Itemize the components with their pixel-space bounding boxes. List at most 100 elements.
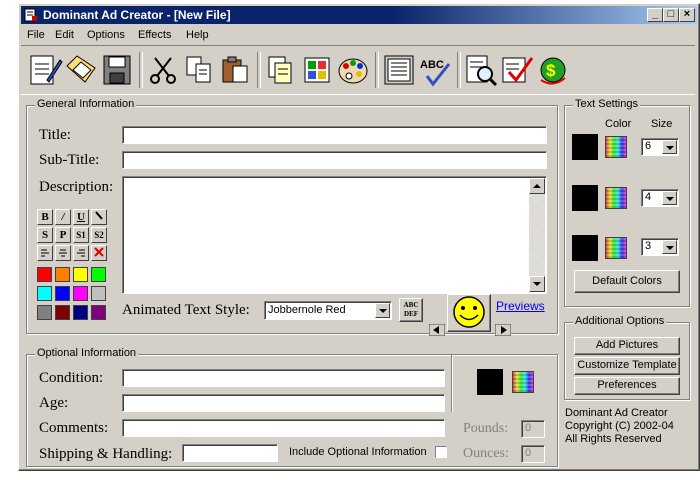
- subscript-button[interactable]: S2: [91, 227, 107, 243]
- animated-style-dropdown-icon[interactable]: [375, 303, 390, 318]
- prev-style-icon[interactable]: [429, 324, 445, 336]
- align-center-icon: [59, 249, 67, 257]
- align-center-button[interactable]: [55, 245, 71, 261]
- check-ad-icon[interactable]: [499, 52, 535, 88]
- menu-options[interactable]: Options: [87, 29, 125, 41]
- color-swatch[interactable]: [73, 286, 88, 301]
- title-color-picker-icon[interactable]: [605, 136, 627, 158]
- subtitle-size-select[interactable]: 4: [641, 189, 679, 207]
- brush-button[interactable]: [91, 209, 107, 225]
- general-information-group: General Information Title: Sub-Title: De…: [26, 98, 558, 336]
- menu-edit[interactable]: Edit: [55, 29, 74, 41]
- color-swatch[interactable]: [55, 305, 70, 320]
- close-button[interactable]: ×: [679, 8, 695, 22]
- description-scrollbar[interactable]: [529, 178, 545, 292]
- text-settings-legend: Text Settings: [573, 98, 640, 110]
- text-settings-group: Text Settings Color Size 6 4 3 Default C…: [564, 98, 690, 307]
- scroll-up-button[interactable]: [529, 178, 545, 194]
- color-swatch[interactable]: [73, 267, 88, 282]
- insert-picture-icon[interactable]: [299, 52, 335, 88]
- subtitle-color-picker-icon[interactable]: [605, 187, 627, 209]
- title-size-dropdown-icon[interactable]: [662, 140, 677, 154]
- pounds-input[interactable]: 0: [521, 420, 545, 438]
- preferences-button[interactable]: Preferences: [574, 377, 680, 395]
- subtitle-size-value: 4: [645, 191, 652, 203]
- color-swatch[interactable]: [55, 267, 70, 282]
- minimize-button[interactable]: _: [647, 8, 663, 22]
- menu-effects[interactable]: Effects: [138, 29, 171, 41]
- add-pictures-button[interactable]: Add Pictures: [574, 337, 680, 355]
- cut-icon[interactable]: [145, 52, 181, 88]
- bold-button[interactable]: B: [37, 209, 53, 225]
- subtitle-input[interactable]: [122, 151, 547, 169]
- description-textarea[interactable]: [122, 176, 547, 294]
- app-window: Dominant Ad Creator - [New File] _ □ × F…: [18, 3, 700, 471]
- general-information-legend: General Information: [35, 98, 137, 110]
- color-swatch[interactable]: [37, 286, 52, 301]
- color-swatch[interactable]: [37, 305, 52, 320]
- color-swatch[interactable]: [91, 305, 106, 320]
- scroll-down-button[interactable]: [529, 276, 545, 292]
- svg-text:ABC: ABC: [420, 59, 444, 71]
- age-input[interactable]: [122, 394, 445, 412]
- preview-icon[interactable]: [463, 52, 499, 88]
- new-file-icon[interactable]: [27, 52, 63, 88]
- subtitle-size-dropdown-icon[interactable]: [662, 191, 677, 205]
- animation-preview-button[interactable]: [447, 294, 491, 332]
- paragraph-button[interactable]: P: [55, 227, 71, 243]
- strike-button[interactable]: S: [37, 227, 53, 243]
- description-size-dropdown-icon[interactable]: [662, 240, 677, 254]
- maximize-button[interactable]: □: [663, 8, 679, 22]
- comments-input[interactable]: [122, 419, 445, 437]
- paste-icon[interactable]: [217, 52, 253, 88]
- description-color-picker-icon[interactable]: [605, 237, 627, 259]
- copy-template-icon[interactable]: [263, 52, 299, 88]
- condition-label: Condition:: [39, 370, 104, 386]
- color-swatch[interactable]: [73, 305, 88, 320]
- color-swatch[interactable]: [91, 286, 106, 301]
- title-bar[interactable]: Dominant Ad Creator - [New File] _ □ ×: [21, 6, 697, 24]
- shipping-input[interactable]: [182, 444, 278, 462]
- description-size-select[interactable]: 3: [641, 238, 679, 256]
- next-style-icon[interactable]: [495, 324, 511, 336]
- spell-check-icon[interactable]: ABC: [417, 52, 453, 88]
- menu-file[interactable]: File: [27, 29, 45, 41]
- color-palette-icon[interactable]: [335, 52, 371, 88]
- about-info: Dominant Ad Creator Copyright (C) 2002-0…: [565, 407, 674, 446]
- save-file-icon[interactable]: [99, 52, 135, 88]
- clear-format-button[interactable]: [91, 245, 107, 261]
- customize-template-button[interactable]: Customize Template: [574, 357, 680, 375]
- smiley-icon: [453, 296, 485, 328]
- comments-label: Comments:: [39, 420, 109, 436]
- default-colors-button[interactable]: Default Colors: [574, 270, 680, 293]
- subtitle-color-preview: [572, 185, 598, 211]
- include-optional-checkbox[interactable]: [435, 446, 447, 458]
- open-file-icon[interactable]: [63, 52, 99, 88]
- menu-help[interactable]: Help: [186, 29, 209, 41]
- animated-style-select[interactable]: Jobbernole Red: [264, 301, 392, 320]
- previews-link[interactable]: Previews: [496, 299, 545, 313]
- copy-icon[interactable]: [181, 52, 217, 88]
- color-swatch[interactable]: [37, 267, 52, 282]
- align-left-button[interactable]: [37, 245, 53, 261]
- svg-text:$: $: [546, 61, 556, 80]
- toolbar-separator: [257, 52, 261, 88]
- title-size-select[interactable]: 6: [641, 138, 679, 156]
- optional-color-picker-icon[interactable]: [512, 371, 534, 393]
- exit-icon[interactable]: $: [535, 52, 571, 88]
- title-input[interactable]: [122, 126, 547, 144]
- title-label: Title:: [39, 127, 71, 143]
- abc-def-button[interactable]: ABC DEF: [399, 298, 423, 322]
- italic-button[interactable]: /: [55, 209, 71, 225]
- title-size-value: 6: [645, 140, 652, 152]
- color-swatch[interactable]: [55, 286, 70, 301]
- ounces-input[interactable]: 0: [521, 445, 545, 463]
- html-view-icon[interactable]: [381, 52, 417, 88]
- title-color-preview: [572, 134, 598, 160]
- underline-button[interactable]: U: [73, 209, 89, 225]
- condition-input[interactable]: [122, 369, 445, 387]
- superscript-button[interactable]: S1: [73, 227, 89, 243]
- clear-format-icon: [94, 247, 104, 257]
- color-swatch[interactable]: [91, 267, 106, 282]
- align-right-button[interactable]: [73, 245, 89, 261]
